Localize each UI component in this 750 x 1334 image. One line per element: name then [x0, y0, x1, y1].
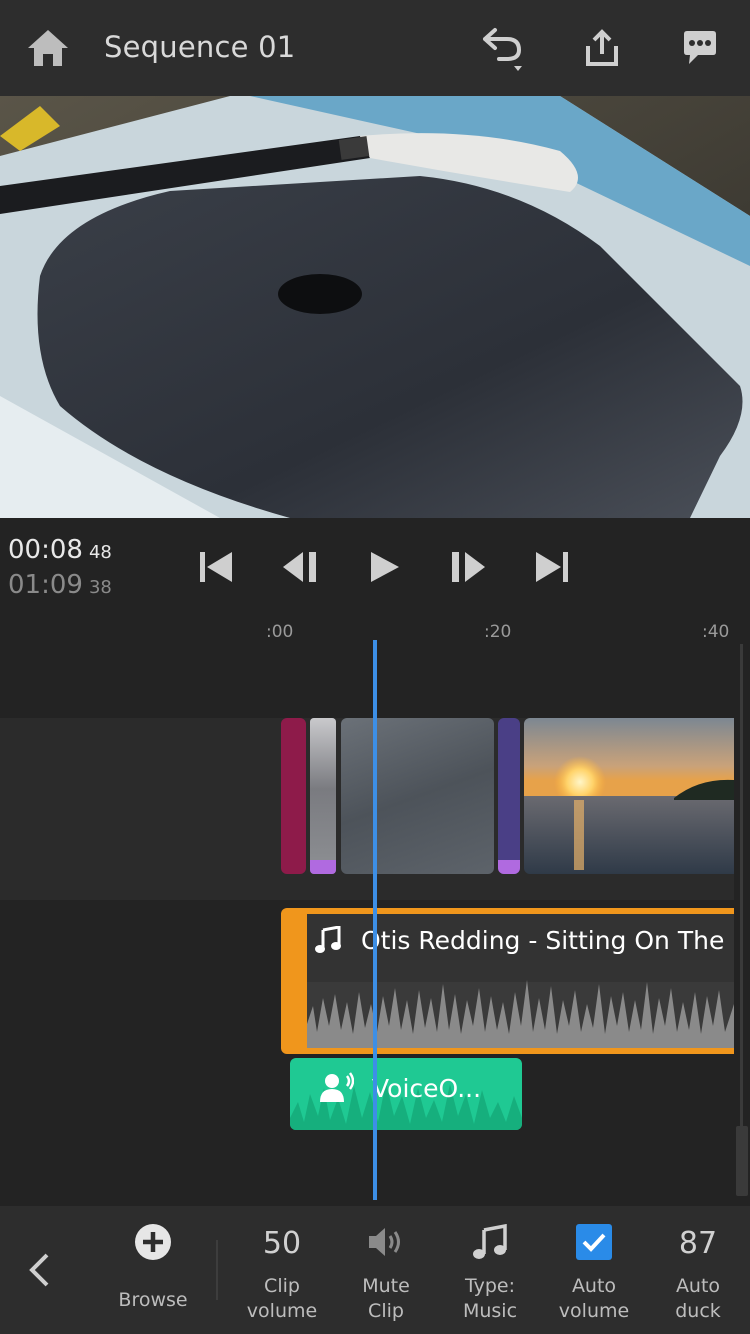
voiceover-clip-title: VoiceO... — [372, 1074, 482, 1103]
voiceover-icon — [320, 1072, 354, 1102]
auto-volume-label: Auto — [571, 1275, 617, 1297]
auto-volume-toggle[interactable]: Auto volume — [550, 1206, 638, 1334]
add-circle-icon — [135, 1224, 171, 1260]
video-clip-title-card[interactable] — [498, 718, 520, 874]
music-clip[interactable]: Otis Redding - Sitting On The Dc — [281, 908, 734, 1054]
feedback-icon[interactable] — [674, 22, 726, 74]
auto-duck-value: 87 — [678, 1226, 718, 1261]
total-time: 01:09 — [8, 570, 83, 600]
clip-volume-value: 50 — [262, 1226, 302, 1261]
play-icon — [371, 552, 399, 582]
browse-label: Browse — [118, 1289, 188, 1311]
music-note-icon — [473, 1224, 507, 1259]
type-label: Type: — [464, 1275, 516, 1297]
step-forward-button[interactable] — [444, 544, 492, 590]
video-clip-title-card[interactable] — [281, 718, 306, 874]
skip-end-icon — [536, 552, 568, 582]
ruler-tick: :20 — [484, 622, 512, 642]
play-button[interactable] — [360, 544, 408, 590]
ruler-tick: :40 — [702, 622, 730, 642]
type-music-button[interactable]: Type: Music — [446, 1206, 534, 1334]
go-to-end-button[interactable] — [528, 544, 576, 590]
auto-duck-label: duck — [675, 1300, 721, 1322]
video-clip[interactable] — [310, 718, 336, 874]
ruler-tick: :00 — [266, 622, 294, 642]
music-waveform-area: Otis Redding - Sitting On The Dc — [307, 914, 734, 1048]
step-forward-icon — [452, 552, 485, 582]
total-timecode: 01:09 38 — [8, 570, 112, 600]
video-preview[interactable] — [0, 96, 750, 518]
scrollbar-thumb[interactable] — [736, 1126, 748, 1196]
music-clip-title: Otis Redding - Sitting On The Dc — [361, 926, 734, 955]
transition-marker — [498, 860, 520, 874]
step-back-icon — [283, 552, 316, 582]
chevron-left-icon — [29, 1253, 49, 1287]
clip-volume-label: volume — [246, 1300, 318, 1322]
total-frames: 38 — [88, 577, 112, 598]
speaker-icon — [369, 1228, 400, 1256]
toolbar-divider — [216, 1240, 218, 1300]
app-header: Sequence 01 — [0, 0, 750, 96]
back-button[interactable] — [14, 1206, 64, 1334]
undo-icon[interactable] — [476, 22, 528, 74]
sequence-title[interactable]: Sequence 01 — [104, 30, 295, 64]
playhead[interactable] — [373, 640, 377, 1200]
transition-marker — [310, 860, 336, 874]
mute-label: Mute — [362, 1275, 410, 1297]
skip-start-icon — [200, 552, 232, 582]
preview-frame-image — [0, 96, 750, 518]
music-note-icon — [315, 926, 341, 953]
share-icon[interactable] — [576, 22, 628, 74]
video-clip-sunset[interactable] — [524, 718, 734, 874]
home-icon[interactable] — [22, 22, 74, 74]
timeline-scrollbar[interactable] — [734, 640, 750, 1200]
mute-label: Clip — [368, 1300, 404, 1322]
step-back-button[interactable] — [276, 544, 324, 590]
current-time: 00:08 — [8, 535, 83, 565]
voiceover-clip[interactable]: VoiceO... — [290, 1058, 522, 1130]
type-label: Music — [462, 1300, 518, 1322]
browse-button[interactable]: Browse — [108, 1206, 198, 1334]
go-to-start-button[interactable] — [192, 544, 240, 590]
auto-duck-control[interactable]: 87 Auto duck — [654, 1206, 742, 1334]
mute-clip-button[interactable]: Mute Clip — [342, 1206, 430, 1334]
video-clip-current[interactable] — [341, 718, 494, 874]
auto-duck-label: Auto — [675, 1275, 721, 1297]
current-frames: 48 — [88, 542, 112, 563]
current-timecode: 00:08 48 — [8, 535, 112, 565]
checkbox-checked-icon — [576, 1224, 612, 1260]
sunset-thumbnail — [524, 718, 734, 874]
bottom-toolbar: Browse 50 Clip volume Mute Clip Type: Music… — [0, 1206, 750, 1334]
clip-volume-label: Clip — [264, 1275, 300, 1297]
auto-volume-label: volume — [558, 1300, 630, 1322]
clip-volume-control[interactable]: 50 Clip volume — [238, 1206, 326, 1334]
